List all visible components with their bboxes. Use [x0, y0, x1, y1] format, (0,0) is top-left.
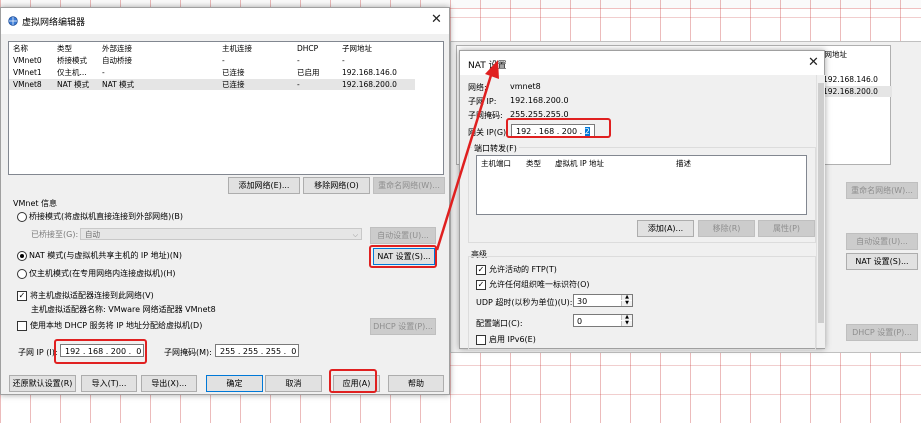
annotation-arrow [435, 60, 499, 251]
